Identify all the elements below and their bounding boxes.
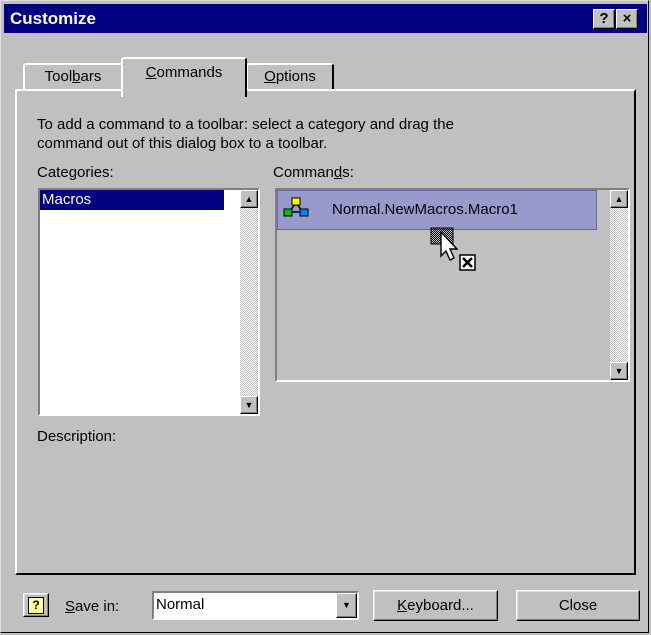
keyboard-button[interactable]: Keyboard... — [373, 590, 498, 621]
chevron-down-icon[interactable]: ▼ — [336, 593, 357, 618]
scroll-down-icon[interactable]: ▼ — [610, 362, 628, 380]
command-item-label: Normal.NewMacros.Macro1 — [332, 201, 518, 218]
button-label: eyboard... — [407, 597, 474, 614]
close-button[interactable]: Close — [516, 590, 640, 621]
help-title-button[interactable]: ? — [593, 9, 615, 29]
commands-panel: To add a command to a toolbar: select a … — [15, 89, 636, 575]
instructions-line-1: To add a command to a toolbar: select a … — [37, 116, 454, 133]
label-key: g — [68, 164, 78, 181]
label-text: Cate — [37, 164, 69, 181]
macro-icon — [283, 197, 309, 217]
description-label: Description: — [37, 428, 117, 445]
tab-toolbars[interactable]: Toolbars — [23, 63, 123, 91]
tab-label-key: b — [72, 68, 81, 85]
tab-label: Tool — [44, 68, 73, 85]
commands-label: Commands: — [273, 164, 354, 181]
label-key: d — [333, 164, 343, 181]
categories-list[interactable]: Macros ▲ ▼ — [38, 188, 260, 416]
help-button[interactable]: ? — [23, 593, 49, 617]
customize-dialog: Customize ? × Toolbars Commands Options … — [0, 0, 649, 633]
label-text: ave in: — [75, 598, 120, 615]
label-text: ories: — [77, 164, 114, 181]
save-in-value: Normal — [156, 596, 205, 613]
help-icon: ? — [28, 597, 44, 614]
label-text: s: — [342, 164, 354, 181]
save-in-label: Save in: — [65, 598, 119, 615]
title-bar[interactable]: Customize ? × — [4, 4, 647, 33]
tab-label: ptions — [275, 68, 316, 85]
scroll-up-icon[interactable]: ▲ — [240, 190, 258, 208]
window-title: Customize — [10, 9, 96, 28]
tab-label-key: O — [264, 68, 276, 85]
button-label-key: K — [397, 597, 408, 614]
close-title-button[interactable]: × — [616, 9, 638, 29]
instructions-line-2: command out of this dialog box to a tool… — [37, 135, 328, 152]
tab-label: ommands — [156, 64, 223, 81]
category-item-macros[interactable]: Macros — [40, 190, 224, 210]
command-item-macro1[interactable]: Normal.NewMacros.Macro1 — [277, 190, 597, 230]
scroll-down-icon[interactable]: ▼ — [240, 396, 258, 414]
label-key: S — [65, 598, 76, 615]
drag-cursor-icon — [430, 227, 476, 271]
scroll-up-icon[interactable]: ▲ — [610, 190, 628, 208]
categories-label: Categories: — [37, 164, 114, 181]
save-in-select[interactable]: Normal ▼ — [152, 591, 359, 620]
categories-scrollbar[interactable]: ▲ ▼ — [240, 190, 258, 414]
commands-scrollbar[interactable]: ▲ ▼ — [610, 190, 628, 380]
label-text: Comman — [273, 164, 334, 181]
tab-label-key: C — [145, 64, 157, 81]
commands-list[interactable]: Normal.NewMacros.Macro1 ▲ ▼ — [275, 188, 630, 382]
tab-label: ars — [80, 68, 102, 85]
tab-commands[interactable]: Commands — [121, 57, 247, 97]
tab-options[interactable]: Options — [246, 63, 334, 91]
